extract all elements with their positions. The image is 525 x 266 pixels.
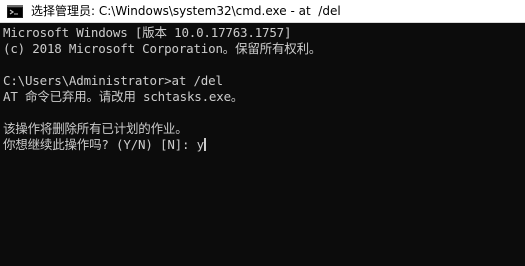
window-title: 选择管理员: C:\Windows\system32\cmd.exe - at … (31, 4, 341, 18)
console-prompt-text: 你想继续此操作吗? (Y/N) [N]: y (3, 137, 204, 152)
console-prompt-line[interactable]: 你想继续此操作吗? (Y/N) [N]: y (3, 137, 206, 153)
console-line: 该操作将删除所有已计划的作业。 (3, 121, 188, 136)
console-line: (c) 2018 Microsoft Corporation。保留所有权利。 (3, 41, 322, 56)
title-bar[interactable]: 选择管理员: C:\Windows\system32\cmd.exe - at … (0, 0, 525, 23)
console-line: Microsoft Windows [版本 10.0.17763.1757] (3, 25, 292, 40)
console-output[interactable]: Microsoft Windows [版本 10.0.17763.1757] (… (0, 23, 525, 266)
console-line: AT 命令已弃用。请改用 schtasks.exe。 (3, 89, 244, 104)
cmd-window: 选择管理员: C:\Windows\system32\cmd.exe - at … (0, 0, 525, 266)
text-cursor (203, 138, 206, 151)
cmd-prompt-icon (7, 5, 23, 18)
console-line: C:\Users\Administrator>at /del (3, 73, 223, 88)
